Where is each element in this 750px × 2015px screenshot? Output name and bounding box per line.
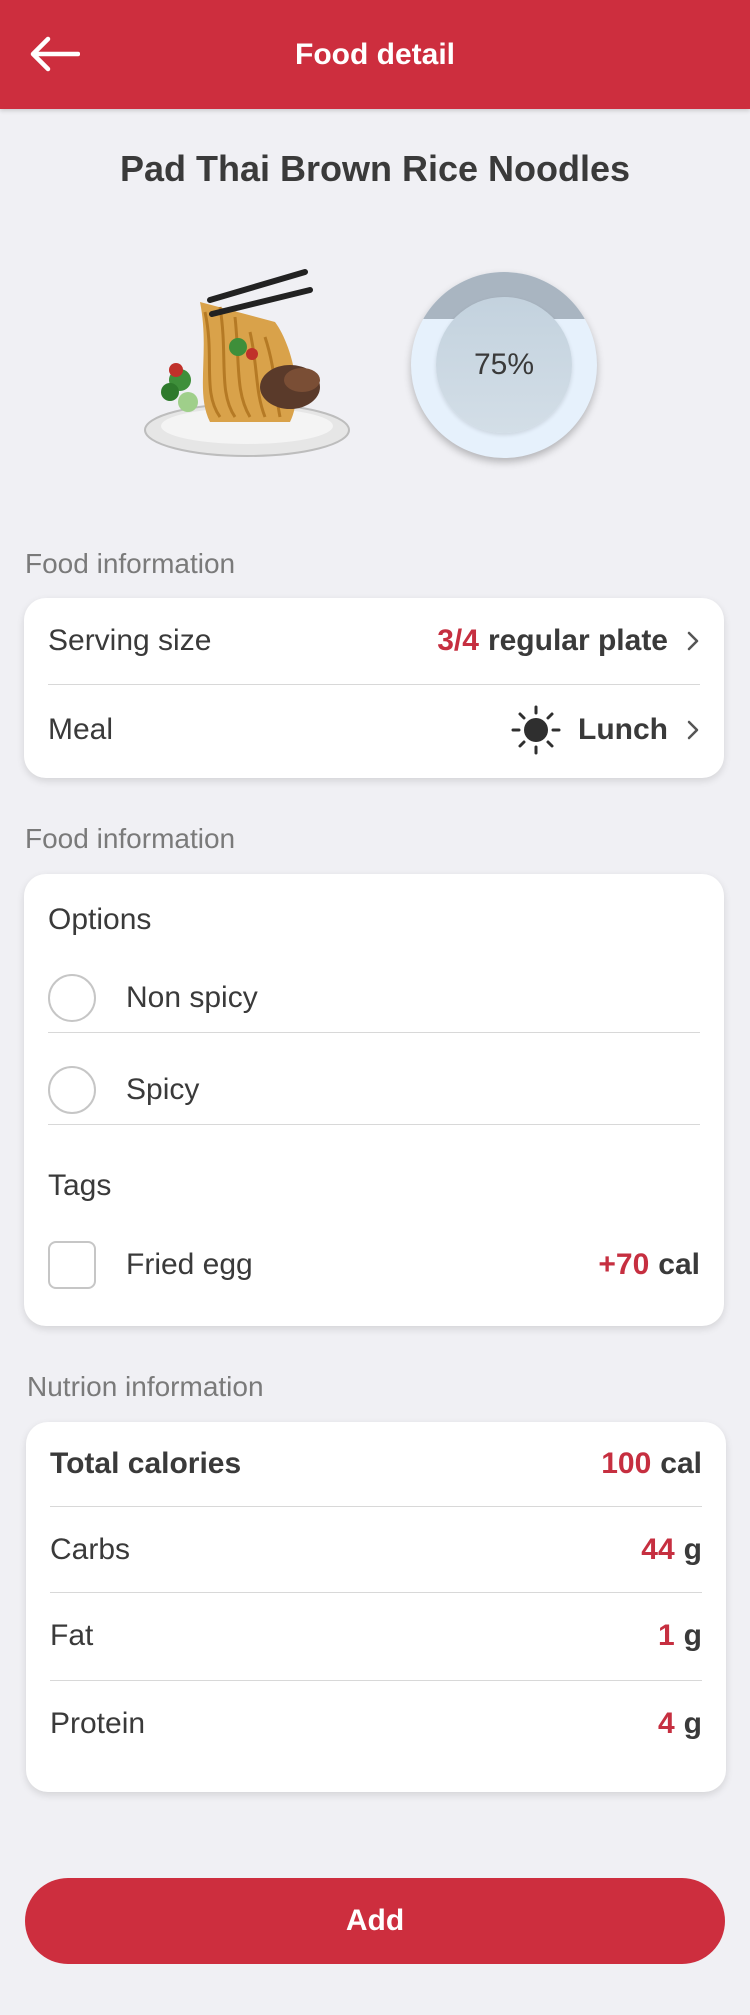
food-image: [144, 269, 350, 457]
option-label: Spicy: [126, 1073, 200, 1106]
nutrient-unit: g: [683, 1533, 702, 1566]
nutrition-row-carbs: Carbs 44 g: [50, 1508, 702, 1592]
food-info-card: Serving size 3/4 regular plate Meal Lunc…: [24, 598, 724, 778]
nutrient-label: Protein: [50, 1707, 146, 1740]
total-calories-unit: cal: [660, 1447, 702, 1480]
nutrient-value: 4: [657, 1707, 675, 1740]
radio-button[interactable]: [48, 974, 96, 1022]
divider: [50, 1506, 702, 1507]
nutrient-label: Carbs: [50, 1533, 131, 1566]
page-title: Food detail: [295, 37, 455, 71]
chevron-right-icon: [686, 719, 700, 741]
divider: [50, 1592, 702, 1593]
serving-unit: regular plate: [487, 624, 668, 657]
portion-percent: 75%: [436, 297, 572, 433]
arrow-left-icon: [30, 36, 80, 72]
meal-label: Meal: [48, 713, 114, 746]
serving-amount: 3/4: [437, 624, 479, 657]
option-spicy[interactable]: Spicy: [48, 1060, 700, 1120]
serving-size-row[interactable]: Serving size 3/4 regular plate: [48, 598, 700, 684]
section-label-food-info: Food information: [25, 548, 236, 579]
divider: [48, 1032, 700, 1033]
sun-icon: [510, 704, 562, 756]
option-non-spicy[interactable]: Non spicy: [48, 968, 700, 1028]
divider: [48, 1124, 700, 1125]
nutrient-value: 44: [641, 1533, 675, 1566]
tag-fried-egg[interactable]: Fried egg +70 cal: [48, 1234, 700, 1296]
tag-label: Fried egg: [126, 1248, 253, 1281]
nutrient-value: 1: [657, 1619, 675, 1652]
tag-calories: +70: [598, 1248, 650, 1281]
tags-title: Tags: [48, 1169, 112, 1202]
checkbox[interactable]: [48, 1241, 96, 1289]
nutrient-unit: g: [683, 1707, 702, 1740]
header-bar: Food detail: [0, 0, 750, 109]
nutrition-row-fat: Fat 1 g: [50, 1594, 702, 1678]
options-title-row: Options: [48, 900, 700, 940]
nutrition-row-protein: Protein 4 g: [50, 1682, 702, 1766]
tags-title-row: Tags: [48, 1166, 700, 1206]
options-card: Options Non spicy Spicy Tags Fried egg +…: [24, 874, 724, 1326]
section-label-food-info-options: Food information: [25, 823, 236, 854]
chevron-right-icon: [686, 630, 700, 652]
nutrient-label: Fat: [50, 1619, 94, 1652]
portion-gauge: 75%: [411, 272, 597, 458]
serving-size-label: Serving size: [48, 624, 212, 657]
nutrition-row-total: Total calories 100 cal: [50, 1430, 702, 1498]
option-label: Non spicy: [126, 981, 258, 1014]
section-label-nutrition: Nutrion information: [27, 1371, 264, 1402]
nutrient-unit: g: [683, 1619, 702, 1652]
meal-row[interactable]: Meal Lunch: [48, 685, 700, 775]
food-name: Pad Thai Brown Rice Noodles: [119, 148, 631, 189]
add-button[interactable]: Add: [25, 1878, 725, 1964]
meal-value: Lunch: [578, 713, 668, 746]
total-calories-label: Total calories: [50, 1447, 242, 1480]
tag-calories-unit: cal: [658, 1248, 700, 1281]
back-button[interactable]: [18, 24, 98, 84]
options-title: Options: [48, 903, 152, 936]
total-calories-value: 100: [601, 1447, 652, 1480]
divider: [50, 1680, 702, 1681]
nutrition-card: Total calories 100 cal Carbs 44 g Fat 1 …: [26, 1422, 726, 1792]
radio-button[interactable]: [48, 1066, 96, 1114]
